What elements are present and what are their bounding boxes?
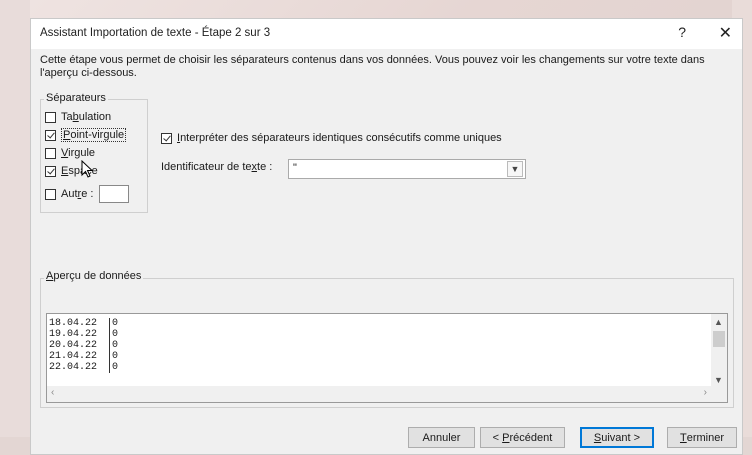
preview-cell: 19.04.22 <box>49 329 110 340</box>
checkbox-checked[interactable] <box>45 129 56 141</box>
background-left <box>0 0 30 455</box>
table-row: 18.04.22 0 <box>49 318 118 329</box>
finish-button[interactable]: Terminer <box>667 427 737 448</box>
horizontal-scrollbar[interactable]: ‹ › <box>47 386 727 402</box>
data-preview[interactable]: 18.04.22 0 19.04.22 0 20.04.22 0 21.04.2… <box>46 313 728 403</box>
preview-cell: 18.04.22 <box>49 318 110 329</box>
preview-cell: 0 <box>112 329 119 340</box>
text-qualifier-label: Identificateur de texte : <box>161 161 273 173</box>
vertical-scrollbar[interactable]: ▲ ▼ <box>711 314 727 387</box>
consecutive-label: Interpréter des séparateurs identiques c… <box>177 132 502 144</box>
checkbox-checked[interactable] <box>45 165 56 177</box>
next-button[interactable]: Suivant > <box>580 427 654 448</box>
scroll-right-icon[interactable]: › <box>704 387 707 398</box>
table-row: 20.04.22 0 <box>49 340 118 351</box>
table-row: 21.04.22 0 <box>49 351 118 362</box>
separator-tabulation[interactable]: Tabulation <box>45 110 111 124</box>
window-title: Assistant Importation de texte - Étape 2… <box>40 27 271 39</box>
separators-group: Tabulation Point-virgule Virgule Espace … <box>40 99 148 213</box>
previous-button[interactable]: < Précédent <box>480 427 565 448</box>
text-import-dialog: Assistant Importation de texte - Étape 2… <box>30 18 743 455</box>
separators-title: Séparateurs <box>44 92 108 104</box>
preview-title: Aperçu de données <box>44 270 144 282</box>
preview-cell: 0 <box>112 362 119 373</box>
separator-virgule[interactable]: Virgule <box>45 146 95 160</box>
cancel-button[interactable]: Annuler <box>408 427 475 448</box>
title-bar: Assistant Importation de texte - Étape 2… <box>31 19 742 49</box>
scroll-left-icon[interactable]: ‹ <box>51 387 54 398</box>
separator-tabulation-label: Tabulation <box>61 111 112 123</box>
preview-rows: 18.04.22 0 19.04.22 0 20.04.22 0 21.04.2… <box>49 318 118 373</box>
close-button[interactable]: ✕ <box>719 23 732 43</box>
text-qualifier-select[interactable]: " ▼ <box>288 159 526 179</box>
chevron-down-icon[interactable]: ▼ <box>507 161 523 177</box>
separator-point-virgule-label: Point-virgule <box>61 128 127 142</box>
text-qualifier-value: " <box>293 162 297 174</box>
checkbox[interactable] <box>45 147 56 159</box>
mouse-cursor-icon <box>81 160 94 178</box>
table-row: 19.04.22 0 <box>49 329 118 340</box>
checkbox[interactable] <box>45 188 56 200</box>
intro-text: Cette étape vous permet de choisir les s… <box>40 54 705 79</box>
table-row: 22.04.22 0 <box>49 362 118 373</box>
consecutive-option[interactable]: Interpréter des séparateurs identiques c… <box>161 132 502 144</box>
separator-point-virgule[interactable]: Point-virgule <box>45 128 127 142</box>
preview-cell: 21.04.22 <box>49 351 110 362</box>
autre-input[interactable] <box>99 185 130 203</box>
separator-virgule-label: Virgule <box>61 147 96 159</box>
preview-cell: 0 <box>112 340 119 351</box>
scroll-up-icon[interactable]: ▲ <box>714 317 723 327</box>
scroll-down-icon[interactable]: ▼ <box>714 375 723 385</box>
checkbox-checked[interactable] <box>161 132 172 144</box>
checkbox[interactable] <box>45 111 56 123</box>
separator-autre[interactable]: Autre : <box>45 184 130 204</box>
preview-cell: 20.04.22 <box>49 340 110 351</box>
scroll-thumb[interactable] <box>713 331 725 347</box>
preview-cell: 0 <box>112 318 119 329</box>
preview-cell: 22.04.22 <box>49 362 110 373</box>
help-button[interactable]: ? <box>678 24 686 40</box>
preview-cell: 0 <box>112 351 119 362</box>
separator-autre-label: Autre : <box>61 188 94 200</box>
